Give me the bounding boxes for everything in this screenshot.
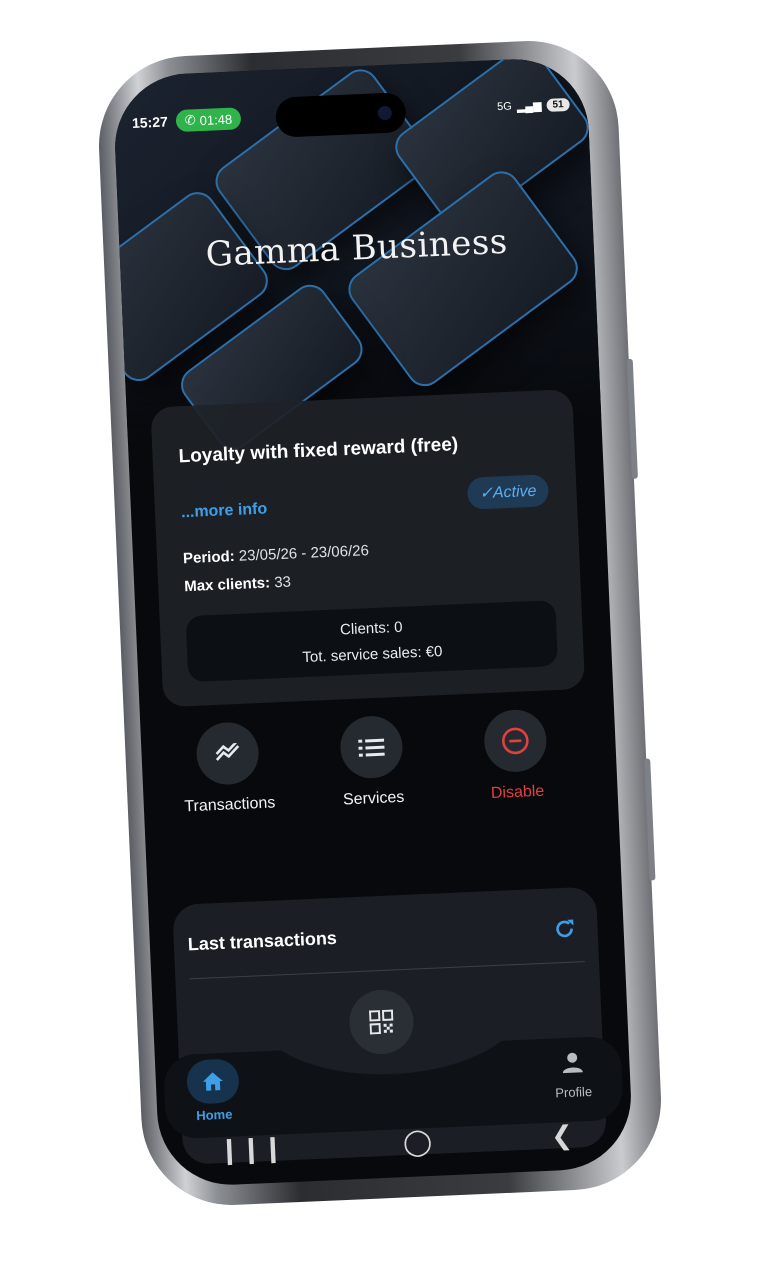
- signal-icon: ▂▄▆: [516, 99, 542, 113]
- chart-trend-icon: [195, 721, 260, 786]
- home-button-icon[interactable]: ◯: [402, 1125, 432, 1157]
- phone-icon: ✆: [184, 112, 196, 128]
- person-icon: [562, 1052, 583, 1074]
- services-label: Services: [342, 788, 405, 809]
- check-icon: ✓: [479, 484, 494, 503]
- disable-button[interactable]: Disable: [454, 707, 578, 804]
- back-icon[interactable]: ❮: [550, 1119, 573, 1151]
- transactions-button[interactable]: Transactions: [166, 720, 290, 817]
- power-button: [644, 758, 656, 881]
- action-buttons: Transactions Services Disable: [140, 706, 618, 827]
- app-screen: 15:27 ✆ 01:48 5G ▂▄▆ 51 Gamma Business L…: [111, 56, 635, 1188]
- max-clients: Max clients: 33: [183, 573, 292, 596]
- minus-circle-icon: [482, 708, 548, 774]
- campaign-stats: Clients: 0 Tot. service sales: €0: [185, 600, 559, 683]
- call-duration: 01:48: [199, 111, 233, 128]
- campaign-period: Period: 23/05/26 - 23/06/26: [182, 542, 370, 568]
- battery-indicator: 51: [546, 97, 570, 112]
- status-badge: ✓Active: [466, 474, 550, 510]
- volume-button: [626, 358, 638, 479]
- nav-profile[interactable]: Profile: [537, 1050, 609, 1101]
- ongoing-call-pill[interactable]: ✆ 01:48: [175, 107, 242, 133]
- status-time: 15:27: [131, 113, 169, 132]
- network-label: 5G: [496, 100, 513, 114]
- qr-code-icon: [368, 1009, 394, 1035]
- nav-home-label: Home: [195, 1106, 233, 1124]
- disable-label: Disable: [490, 782, 545, 803]
- home-icon: [185, 1058, 240, 1105]
- transactions-label: Transactions: [184, 794, 276, 816]
- last-transactions-title: Last transactions: [187, 927, 338, 955]
- status-indicators: 5G ▂▄▆ 51: [497, 97, 570, 113]
- campaign-card: Loyalty with fixed reward (free) ...more…: [150, 389, 586, 708]
- phone-mockup: 15:27 ✆ 01:48 5G ▂▄▆ 51 Gamma Business L…: [0, 0, 762, 1272]
- more-info-link[interactable]: ...more info: [181, 501, 268, 523]
- recent-apps-icon[interactable]: ❙❙❙: [218, 1132, 285, 1166]
- divider: [189, 961, 586, 980]
- refresh-icon[interactable]: [553, 917, 576, 945]
- services-button[interactable]: Services: [310, 714, 434, 811]
- nav-home[interactable]: Home: [177, 1058, 250, 1124]
- campaign-title: Loyalty with fixed reward (free): [178, 434, 459, 468]
- list-icon: [339, 714, 404, 780]
- nav-profile-label: Profile: [554, 1083, 593, 1101]
